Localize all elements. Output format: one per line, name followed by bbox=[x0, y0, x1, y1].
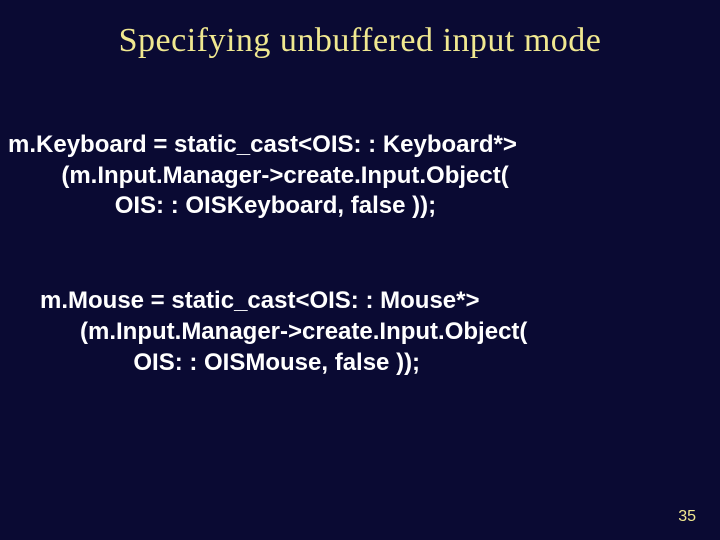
code-line: (m.Input.Manager->create.Input.Object( bbox=[8, 162, 509, 189]
code-keyboard: m.Keyboard = static_cast<OIS: : Keyboard… bbox=[8, 130, 720, 222]
code-mouse: m.Mouse = static_cast<OIS: : Mouse*> (m.… bbox=[8, 286, 720, 378]
code-line: OIS: : OISMouse, false )); bbox=[40, 349, 420, 376]
page-number: 35 bbox=[678, 508, 696, 526]
slide-content: m.Keyboard = static_cast<OIS: : Keyboard… bbox=[0, 130, 720, 378]
code-line: m.Keyboard = static_cast<OIS: : Keyboard… bbox=[8, 131, 517, 158]
slide-title: Specifying unbuffered input mode bbox=[0, 0, 720, 60]
code-line: OIS: : OISKeyboard, false )); bbox=[8, 192, 436, 219]
code-line: m.Mouse = static_cast<OIS: : Mouse*> bbox=[40, 287, 480, 314]
code-line: (m.Input.Manager->create.Input.Object( bbox=[40, 318, 527, 345]
